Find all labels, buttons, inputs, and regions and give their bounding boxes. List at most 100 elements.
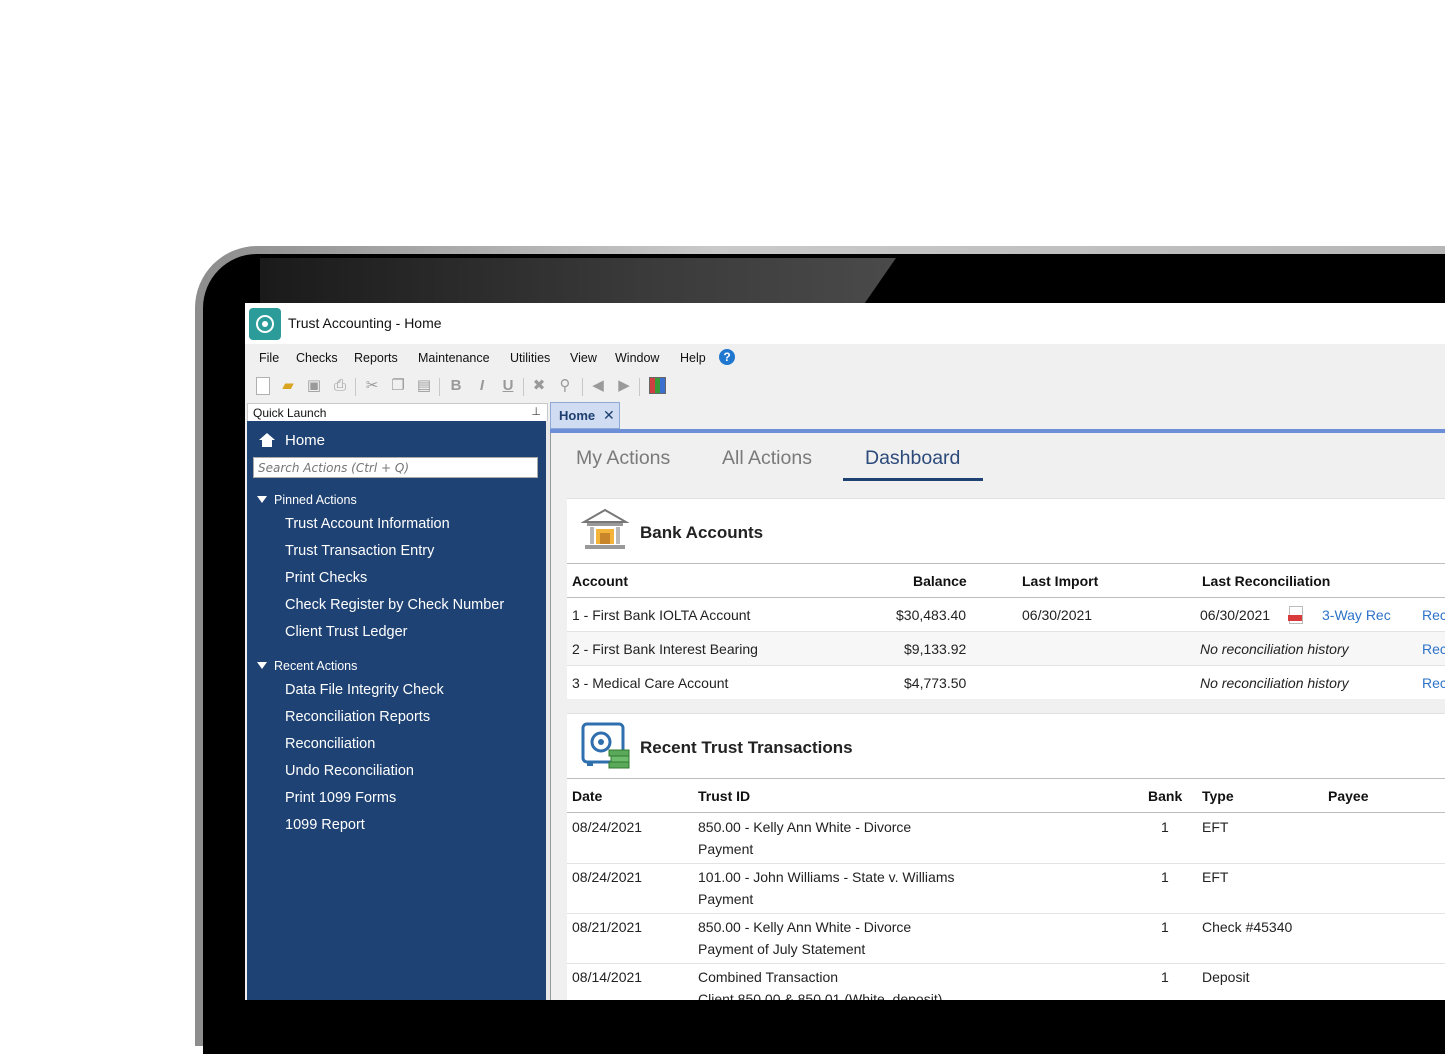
pin-icon[interactable]: ⊥: [531, 405, 541, 418]
recent-item-data-file-integrity-check[interactable]: Data File Integrity Check: [285, 682, 444, 698]
tx-type: Deposit: [1202, 969, 1250, 985]
window-title: Trust Accounting - Home: [288, 315, 442, 331]
account-balance: $4,773.50: [904, 675, 967, 691]
account-name[interactable]: 3 - Medical Care Account: [572, 675, 728, 691]
recent-item-reconciliation-reports[interactable]: Reconciliation Reports: [285, 709, 430, 725]
menu-window[interactable]: Window: [615, 351, 659, 365]
calendar-grid-icon[interactable]: [649, 377, 666, 394]
tab-home-label: Home: [559, 408, 596, 423]
dashboard-content: My Actions All Actions Dashboard Bank Ac…: [550, 433, 1445, 1000]
toolbar-separator: [523, 378, 524, 396]
tx-description: Payment: [698, 841, 754, 857]
find-icon[interactable]: ⚲: [556, 377, 574, 395]
last-reconciliation-date: 06/30/2021: [1200, 607, 1271, 623]
col-balance: Balance: [913, 573, 967, 589]
tx-description: Client 850.00 & 850.01 (White, deposit): [698, 991, 943, 1000]
tx-date: 08/21/2021: [572, 919, 643, 935]
menu-maintenance[interactable]: Maintenance: [418, 351, 490, 365]
header-divider: [567, 812, 1445, 813]
tx-trust-id[interactable]: 850.00 - Kelly Ann White - Divorce: [698, 919, 911, 935]
home-icon: [259, 433, 275, 447]
last-reconciliation-status: No reconciliation history: [1200, 641, 1349, 657]
pinned-item-trust-transaction-entry[interactable]: Trust Transaction Entry: [285, 543, 434, 559]
tx-date: 08/24/2021: [572, 819, 643, 835]
collapse-triangle-icon: [257, 496, 267, 503]
pinned-actions-title: Pinned Actions: [274, 493, 357, 507]
pdf-icon[interactable]: [1288, 606, 1303, 624]
pinned-item-trust-account-information[interactable]: Trust Account Information: [285, 516, 450, 532]
account-balance: $9,133.92: [904, 641, 967, 657]
pinned-item-client-trust-ledger[interactable]: Client Trust Ledger: [285, 624, 408, 640]
toolbar-separator: [439, 378, 440, 396]
menu-utilities[interactable]: Utilities: [510, 351, 550, 365]
recent-transactions-card: Recent Trust Transactions Date Trust ID …: [567, 713, 1445, 1000]
italic-icon[interactable]: I: [473, 377, 491, 395]
new-document-icon[interactable]: [256, 377, 270, 395]
tab-dashboard[interactable]: Dashboard: [865, 447, 960, 470]
tab-my-actions[interactable]: My Actions: [576, 447, 670, 470]
back-arrow-icon[interactable]: ◀: [589, 377, 607, 395]
rec-link[interactable]: Rec: [1422, 675, 1445, 691]
col-payee: Payee: [1328, 788, 1369, 804]
tx-type: EFT: [1202, 819, 1229, 835]
menu-view[interactable]: View: [570, 351, 597, 365]
recent-item-1099-report[interactable]: 1099 Report: [285, 817, 365, 833]
recent-item-undo-reconciliation[interactable]: Undo Reconciliation: [285, 763, 414, 779]
tab-home[interactable]: Home ✕: [550, 402, 620, 429]
recent-item-reconciliation[interactable]: Reconciliation: [285, 736, 375, 752]
bold-icon[interactable]: B: [447, 377, 465, 395]
pinned-actions-section[interactable]: Pinned Actions: [257, 493, 357, 507]
tx-bank: 1: [1161, 919, 1169, 935]
last-import-date: 06/30/2021: [1022, 607, 1093, 623]
quick-launch-title: Quick Launch: [253, 406, 327, 420]
tx-description: Payment: [698, 891, 754, 907]
card-divider: [567, 563, 1445, 564]
copy-icon[interactable]: ❐: [389, 377, 407, 395]
print-icon[interactable]: ⎙: [331, 377, 349, 395]
pinned-item-print-checks[interactable]: Print Checks: [285, 570, 367, 586]
tx-description: Payment of July Statement: [698, 941, 866, 957]
tx-bank: 1: [1161, 819, 1169, 835]
card-divider: [567, 778, 1445, 779]
last-reconciliation-status: No reconciliation history: [1200, 675, 1349, 691]
menu-file[interactable]: File: [259, 351, 279, 365]
screen-glare: [260, 258, 896, 304]
tx-trust-id[interactable]: Combined Transaction: [698, 969, 838, 985]
close-icon[interactable]: ✕: [603, 407, 615, 424]
account-name[interactable]: 2 - First Bank Interest Bearing: [572, 641, 758, 657]
bank-building-icon: [581, 508, 629, 549]
toolbar-separator: [582, 378, 583, 396]
col-type: Type: [1202, 788, 1234, 804]
tab-all-actions[interactable]: All Actions: [722, 447, 812, 470]
app-window: Trust Accounting - Home File Checks Repo…: [245, 303, 1445, 1000]
safe-app-icon: [249, 308, 281, 340]
account-balance: $30,483.40: [896, 607, 967, 623]
paste-icon[interactable]: ▤: [415, 377, 433, 395]
tx-trust-id[interactable]: 850.00 - Kelly Ann White - Divorce: [698, 819, 911, 835]
menu-help[interactable]: Help: [680, 351, 706, 365]
open-folder-icon[interactable]: ▰: [279, 377, 297, 395]
rec-link[interactable]: Rec: [1422, 641, 1445, 657]
delete-icon[interactable]: ✖: [530, 377, 548, 395]
menu-reports[interactable]: Reports: [354, 351, 398, 365]
tx-date: 08/14/2021: [572, 969, 643, 985]
pinned-item-check-register[interactable]: Check Register by Check Number: [285, 597, 504, 613]
search-actions-input[interactable]: [253, 457, 538, 478]
recent-actions-section[interactable]: Recent Actions: [257, 659, 357, 673]
three-way-rec-link[interactable]: 3-Way Rec: [1322, 607, 1391, 623]
menu-checks[interactable]: Checks: [296, 351, 338, 365]
cut-icon[interactable]: ✂: [363, 377, 381, 395]
save-icon[interactable]: ▣: [305, 377, 323, 395]
tx-trust-id[interactable]: 101.00 - John Williams - State v. Willia…: [698, 869, 954, 885]
rec-link[interactable]: Rec: [1422, 607, 1445, 623]
forward-arrow-icon[interactable]: ▶: [615, 377, 633, 395]
help-icon[interactable]: ?: [719, 349, 735, 365]
menu-bar: File Checks Reports Maintenance Utilitie…: [245, 344, 1445, 372]
underline-icon[interactable]: U: [499, 377, 517, 395]
recent-item-print-1099-forms[interactable]: Print 1099 Forms: [285, 790, 396, 806]
row-divider: [567, 913, 1445, 914]
account-name[interactable]: 1 - First Bank IOLTA Account: [572, 607, 750, 623]
col-last-reconciliation: Last Reconciliation: [1202, 573, 1331, 589]
tx-date: 08/24/2021: [572, 869, 643, 885]
bank-accounts-title: Bank Accounts: [640, 523, 764, 542]
